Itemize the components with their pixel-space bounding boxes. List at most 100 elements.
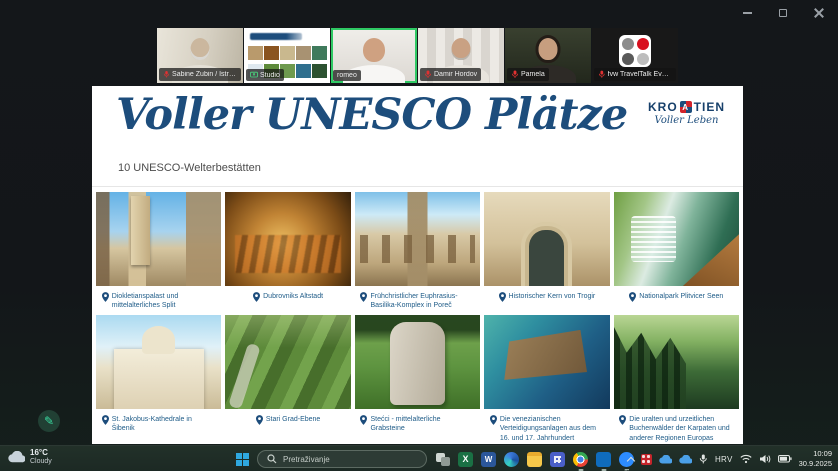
participant-name-label: romeo (333, 70, 361, 81)
battery-icon[interactable] (778, 455, 792, 463)
tray-date: 30.9.2025 (799, 459, 832, 469)
language-indicator[interactable]: HRV (715, 455, 733, 464)
participant-tile-damir[interactable]: Damir Hordov (418, 28, 504, 83)
site-caption: Stećci - mittelalterliche Grabsteine (370, 415, 474, 434)
photo-euphrasius-basilica-porec (355, 192, 480, 286)
site-caption: Die uralten und urzeitlichen Buchenwälde… (629, 415, 733, 443)
muted-mic-icon (163, 70, 170, 79)
photo-trogir-stone-portal (484, 192, 609, 286)
site-caption: Diokletianspalast und mittelalterliches … (112, 292, 216, 311)
location-pin-icon (102, 415, 109, 425)
close-icon (814, 8, 824, 18)
annotate-pencil-button[interactable]: ✎ (38, 410, 60, 432)
pencil-icon: ✎ (44, 414, 54, 428)
calendar-app-icon[interactable] (550, 452, 565, 467)
participant-strip: Sabine Zubin / Istrien ... Studio (157, 28, 678, 83)
wifi-icon[interactable] (740, 454, 752, 464)
file-explorer-icon[interactable] (527, 452, 542, 467)
windows-taskbar: 16°C Cloudy HRV (0, 445, 838, 471)
location-pin-icon (256, 415, 263, 425)
word-app-icon[interactable] (481, 452, 496, 467)
participant-name: romeo (337, 72, 357, 79)
participant-tile-romeo-active-speaker[interactable]: romeo (331, 28, 417, 83)
search-icon (267, 454, 277, 464)
weather-condition: Cloudy (30, 458, 52, 466)
site-caption: Dubrovniks Altstadt (263, 292, 323, 310)
tray-expand-chevron-icon[interactable] (627, 456, 634, 463)
chrome-app-icon[interactable] (573, 452, 588, 467)
participant-tile-pamela[interactable]: Pamela (505, 28, 591, 83)
site-card-porec: Frühchristlicher Euphrasius-Basilika-Kom… (355, 192, 480, 315)
screen-share-icon (250, 71, 258, 79)
divider (92, 186, 743, 187)
location-pin-icon (253, 292, 260, 302)
avatar (363, 38, 385, 62)
edge-app-icon[interactable] (504, 452, 519, 467)
photo-stecci-tombstone (355, 315, 480, 409)
outlook-app-icon[interactable] (596, 452, 611, 467)
participant-tile-studio[interactable]: Studio (244, 28, 330, 83)
mini-slide-images-row1 (248, 46, 327, 60)
site-card-split: Diokletianspalast und mittelalterliches … (96, 192, 221, 315)
taskbar-search[interactable] (257, 450, 427, 468)
tray-time: 10:09 (799, 449, 832, 459)
muted-mic-icon (511, 70, 519, 79)
participant-name-label: Damir Hordov (420, 68, 481, 81)
avatar (191, 38, 210, 60)
participant-name: Pamela (521, 71, 545, 78)
site-caption: Historischer Kern von Trogir (509, 292, 596, 310)
location-pin-icon (360, 292, 367, 302)
participant-name: fvw TravelTalk Events (608, 71, 672, 78)
slide-subtitle: 10 UNESCO-Welterbestätten (118, 162, 261, 174)
minimize-icon (743, 12, 752, 14)
start-button[interactable] (236, 453, 249, 466)
site-card-trogir: Historischer Kern von Trogir (484, 192, 609, 315)
tray-mic-icon[interactable] (699, 454, 708, 465)
location-pin-icon (629, 292, 636, 302)
photo-venetian-fortress-aerial (484, 315, 609, 409)
slide-title: Voller UNESCO Plätze (116, 90, 627, 140)
maximize-button[interactable] (772, 4, 794, 22)
onedrive-cloud-icon[interactable] (659, 455, 672, 464)
location-pin-icon (102, 292, 109, 302)
site-caption: Nationalpark Plitvicer Seen (639, 292, 723, 310)
site-card-beech-forests: Die uralten und urzeitlichen Buchenwälde… (614, 315, 739, 444)
logo-text-post: TIEN (694, 100, 725, 114)
photo-diocletians-palace-split (96, 192, 221, 286)
task-view-button[interactable] (435, 452, 450, 467)
muted-mic-icon (424, 70, 432, 79)
photo-primeval-beech-forest (614, 315, 739, 409)
site-card-venetian-defences: Die venezianischen Verteidigungsanlagen … (484, 315, 609, 444)
cloud-sync-icon[interactable] (679, 455, 692, 464)
avatar (452, 38, 471, 60)
participant-tile-sabine[interactable]: Sabine Zubin / Istrien ... (157, 28, 243, 83)
close-button[interactable] (808, 4, 830, 22)
clock[interactable]: 10:09 30.9.2025 (799, 449, 832, 469)
croatia-checkerboard-icon: A (680, 101, 692, 113)
logo-tagline: Voller Leben (648, 115, 725, 126)
minimize-button[interactable] (736, 4, 758, 22)
participant-name-label: Pamela (507, 68, 549, 81)
participant-name-label: fvw TravelTalk Events (594, 68, 676, 81)
excel-app-icon[interactable] (458, 452, 473, 467)
photo-plitvice-lakes (614, 192, 739, 286)
search-input[interactable] (283, 455, 417, 464)
fvw-traveltalk-logo (619, 35, 651, 67)
muted-mic-icon (598, 70, 606, 79)
volume-icon[interactable] (759, 454, 771, 464)
site-card-stecci: Stećci - mittelalterliche Grabsteine (355, 315, 480, 444)
mini-slide-title (250, 33, 302, 40)
location-pin-icon (490, 415, 497, 425)
photo-sibenik-cathedral (96, 315, 221, 409)
unesco-sites-grid: Diokletianspalast und mittelalterliches … (96, 192, 739, 444)
red-tray-app-icon[interactable] (641, 454, 652, 465)
site-card-stari-grad: Stari Grad-Ebene (225, 315, 350, 444)
avatar (539, 38, 558, 60)
location-pin-icon (360, 415, 367, 425)
participant-name: Damir Hordov (434, 71, 477, 78)
site-card-sibenik: St. Jakobus-Kathedrale in Šibenik (96, 315, 221, 444)
location-pin-icon (619, 415, 626, 425)
taskbar-weather-widget[interactable]: 16°C Cloudy (8, 448, 52, 466)
participant-tile-fvw[interactable]: fvw TravelTalk Events (592, 28, 678, 83)
weather-temp: 16°C (30, 448, 52, 458)
